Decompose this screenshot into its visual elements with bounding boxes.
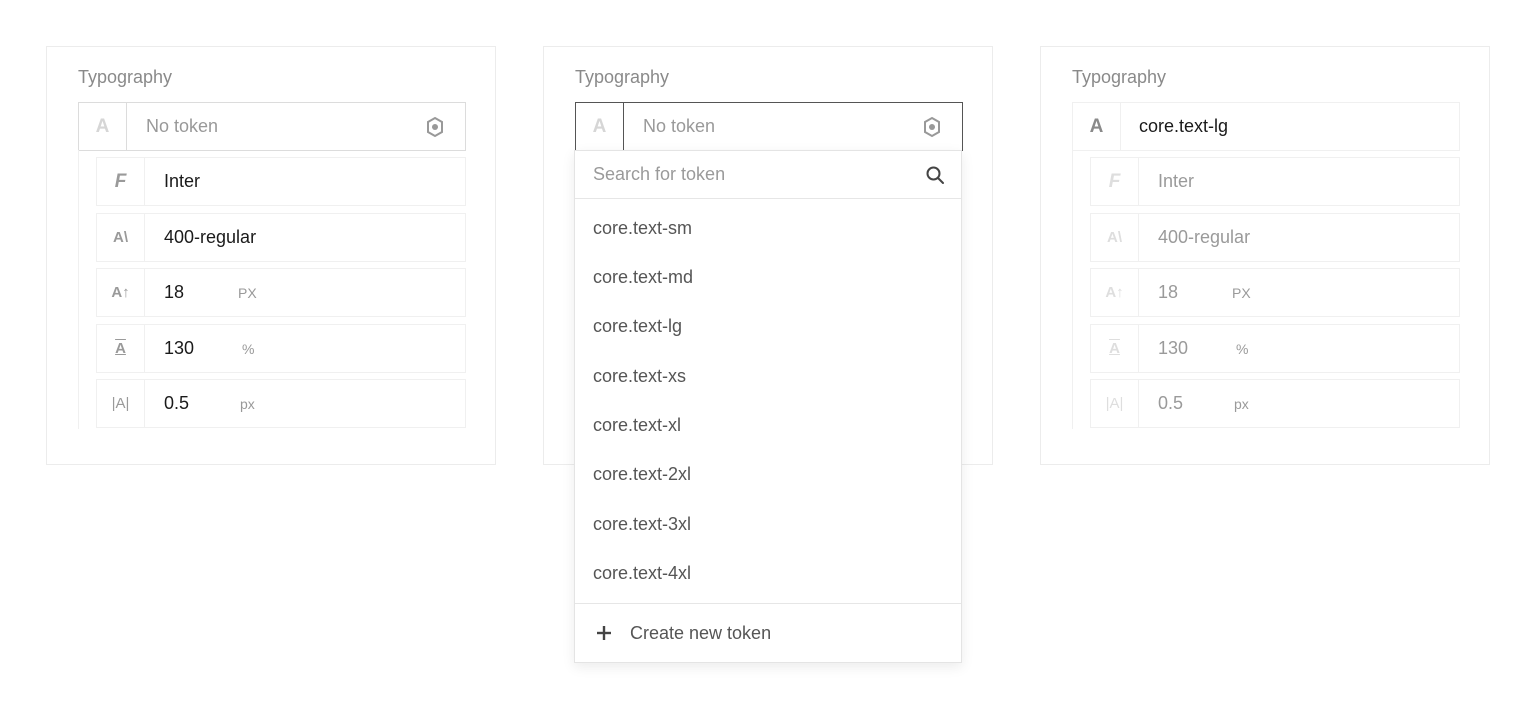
line-height-icon: A <box>1091 325 1139 372</box>
token-value: core.text-lg <box>1139 116 1229 136</box>
token-option[interactable]: core.text-xl <box>575 401 961 450</box>
line-height-icon: A <box>97 325 145 372</box>
typography-panel-tokenized: Typography A core.text-lg F Inter A\ 400-r… <box>1040 46 1490 465</box>
indent-guide <box>78 150 79 429</box>
field-value: 130 <box>164 338 195 358</box>
create-new-token-button[interactable]: Create new token <box>575 603 961 663</box>
font-size-field: A↑ 18 PX <box>1090 268 1460 317</box>
field-value: 400-regular <box>1158 227 1251 247</box>
field-value: 18 <box>1158 282 1179 302</box>
letter-spacing-field[interactable]: |A| 0.5 px <box>96 379 466 428</box>
font-weight-field: A\ 400-regular <box>1090 213 1460 262</box>
font-size-field[interactable]: A↑ 18 PX <box>96 268 466 317</box>
typography-icon: A <box>1073 103 1121 150</box>
token-search <box>575 151 961 199</box>
line-height-field: A 130% <box>1090 324 1460 373</box>
token-option[interactable]: core.text-lg <box>575 302 961 351</box>
font-family-field[interactable]: F Inter <box>96 157 466 206</box>
field-unit: PX <box>1232 285 1251 301</box>
token-option[interactable]: core.text-2xl <box>575 450 961 499</box>
letter-spacing-icon: |A| <box>97 380 145 427</box>
font-family-icon: F <box>1091 158 1139 205</box>
create-new-token-label: Create new token <box>630 623 772 643</box>
token-select[interactable]: A No token <box>78 102 466 151</box>
token-hexagon-icon[interactable] <box>922 116 942 138</box>
field-unit: % <box>1236 341 1249 357</box>
font-size-icon: A↑ <box>1091 269 1139 316</box>
font-weight-icon: A\ <box>97 214 145 261</box>
typography-icon: A <box>576 103 624 150</box>
token-option[interactable]: core.text-4xl <box>575 549 961 598</box>
search-icon[interactable] <box>925 165 945 185</box>
field-value: 130 <box>1158 338 1189 358</box>
font-weight-field[interactable]: A\ 400-regular <box>96 213 466 262</box>
field-value: 400-regular <box>164 227 257 247</box>
token-dropdown: core.text-sm core.text-md core.text-lg c… <box>574 150 962 663</box>
token-value: No token <box>643 116 716 136</box>
panel-title: Typography <box>78 67 173 87</box>
field-unit: PX <box>238 285 257 301</box>
token-option[interactable]: core.text-md <box>575 253 961 302</box>
panel-title: Typography <box>575 67 670 87</box>
token-hexagon-icon[interactable] <box>425 116 445 138</box>
field-unit: % <box>242 341 255 357</box>
field-value: 18 <box>164 282 185 302</box>
indent-guide <box>1072 150 1073 429</box>
typography-panel-default: Typography A No token F Inter A\ 400-regul… <box>46 46 496 465</box>
typography-icon: A <box>79 103 127 150</box>
panel-title: Typography <box>1072 67 1167 87</box>
token-option[interactable]: core.text-3xl <box>575 500 961 549</box>
font-family-field: F Inter <box>1090 157 1460 206</box>
token-option[interactable]: core.text-xs <box>575 352 961 401</box>
letter-spacing-icon: |A| <box>1091 380 1139 427</box>
token-option[interactable]: core.text-sm <box>575 204 961 253</box>
field-value: 0.5 <box>1158 393 1184 413</box>
field-value: Inter <box>164 171 201 191</box>
letter-spacing-field: |A| 0.5 px <box>1090 379 1460 428</box>
search-input[interactable] <box>593 151 913 198</box>
field-value: Inter <box>1158 171 1195 191</box>
font-size-icon: A↑ <box>97 269 145 316</box>
field-value: 0.5 <box>164 393 190 413</box>
font-weight-icon: A\ <box>1091 214 1139 261</box>
token-select[interactable]: A No token <box>575 102 963 151</box>
font-family-icon: F <box>97 158 145 205</box>
field-unit: px <box>1234 396 1249 412</box>
token-value: No token <box>146 116 219 136</box>
plus-icon <box>597 626 611 640</box>
token-select[interactable]: A core.text-lg <box>1072 102 1460 151</box>
field-unit: px <box>240 396 255 412</box>
line-height-field[interactable]: A 130% <box>96 324 466 373</box>
